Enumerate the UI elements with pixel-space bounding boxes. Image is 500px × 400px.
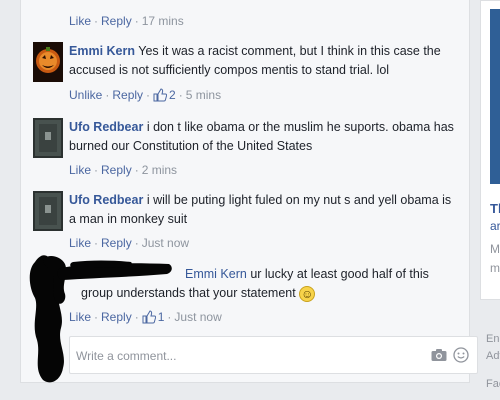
sponsored-card-image <box>490 9 500 184</box>
comment-actions: Like · Reply · 2 mins <box>69 163 178 177</box>
redaction-scribble <box>29 255 172 383</box>
timestamp: 2 mins <box>141 163 178 177</box>
emoji-icon[interactable] <box>453 347 469 363</box>
unlike-link[interactable]: Unlike <box>69 88 102 102</box>
comment-actions: Unlike · Reply · 2 · 5 mins <box>69 88 222 102</box>
like-link[interactable]: Like <box>69 14 91 28</box>
reply-link[interactable]: Reply <box>101 163 132 177</box>
camera-icon[interactable] <box>431 348 447 362</box>
comment-actions: Like · Reply · Just now <box>69 236 190 250</box>
thumbs-up-icon <box>153 88 168 102</box>
previous-comment-actions: Like · Reply · 17 mins <box>69 14 184 28</box>
card-text-fragment: Mo <box>490 242 500 256</box>
like-link[interactable]: Like <box>69 163 91 177</box>
comment-author[interactable]: Emmi Kern <box>185 267 247 281</box>
like-count-value: 2 <box>169 88 176 102</box>
card-link-fragment[interactable]: ar <box>490 219 500 233</box>
comment-author[interactable]: Emmi Kern <box>69 44 135 58</box>
timestamp: Just now <box>174 310 222 324</box>
card-text-fragment: me <box>490 261 500 275</box>
comment-thread: Like · Reply · 17 mins Emmi Kern Yes it … <box>20 0 478 383</box>
sponsored-card[interactable]: Th ar Mo me <box>480 0 500 300</box>
reply-link[interactable]: Reply <box>101 236 132 250</box>
reply-link[interactable]: Reply <box>112 88 143 102</box>
timestamp: Just now <box>141 236 190 250</box>
comment-author[interactable]: Ufo Redbear <box>69 120 143 134</box>
card-title-fragment[interactable]: Th <box>490 201 500 216</box>
avatar[interactable] <box>33 118 63 158</box>
timestamp: 5 mins <box>185 88 222 102</box>
right-sidebar: Th ar Mo me Eng Adv Fac <box>480 0 500 400</box>
comment-body: Emmi Kern Yes it was a racist comment, b… <box>69 42 461 80</box>
avatar[interactable] <box>33 42 63 82</box>
footer-link[interactable]: Eng <box>486 333 500 345</box>
timestamp: 17 mins <box>141 14 184 28</box>
smiley-emoji-icon: ☺ <box>299 285 316 302</box>
footer-link[interactable]: Fac <box>486 378 500 390</box>
reply-link[interactable]: Reply <box>101 14 132 28</box>
avatar[interactable] <box>33 191 63 231</box>
like-count[interactable]: 2 <box>153 88 176 102</box>
comment-body: Ufo Redbear i don t like obama or the mu… <box>69 118 461 156</box>
comment-body: Ufo Redbear i will be puting light fuled… <box>69 191 461 229</box>
comment-author[interactable]: Ufo Redbear <box>69 193 143 207</box>
footer-link[interactable]: Adv <box>486 350 500 362</box>
like-link[interactable]: Like <box>69 236 91 250</box>
